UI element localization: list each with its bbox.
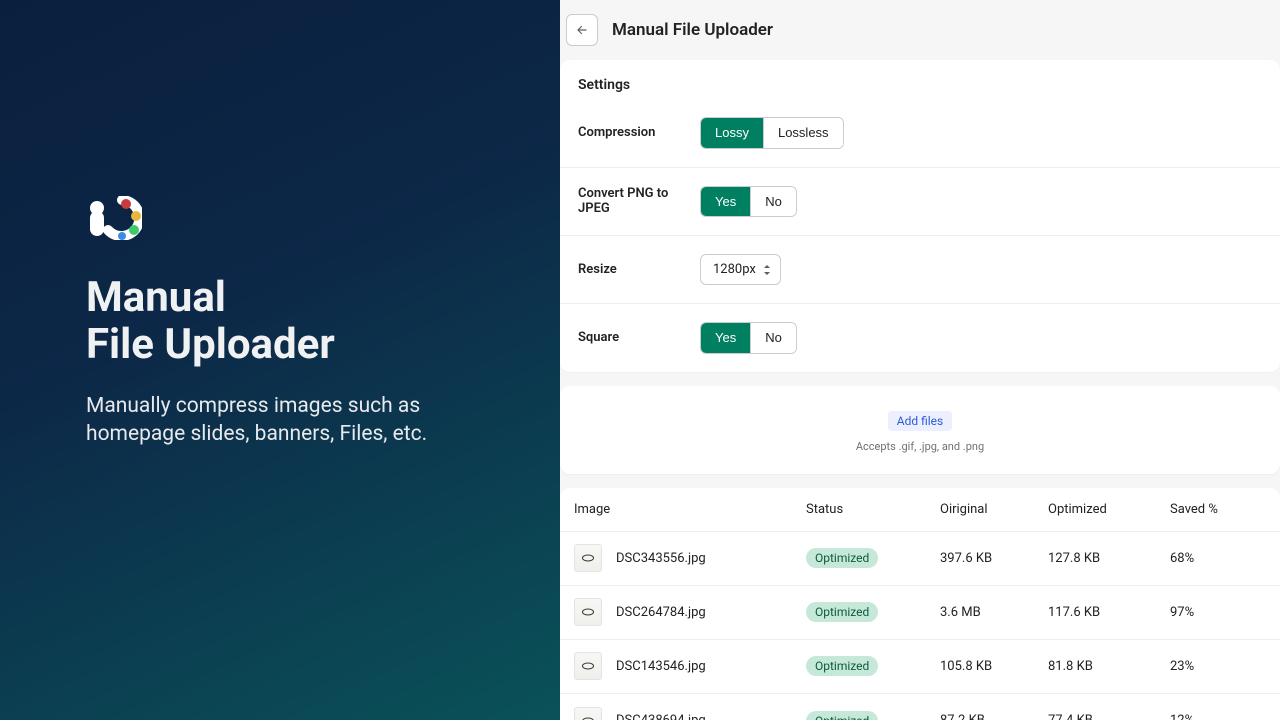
table-header: Image Status Oiriginal Optimized Saved % (560, 488, 1280, 532)
col-status: Status (806, 502, 940, 517)
saved-percent: 12% (1170, 713, 1250, 720)
page-title: Manual File Uploader (612, 20, 773, 40)
table-row: DSC143546.jpg Optimized 105.8 KB 81.8 KB… (560, 640, 1280, 694)
col-image: Image (574, 502, 806, 517)
results-table: Image Status Oiriginal Optimized Saved %… (560, 488, 1280, 720)
table-row: DSC343556.jpg Optimized 397.6 KB 127.8 K… (560, 532, 1280, 586)
marketing-panel: Manual File Uploader Manually compress i… (0, 0, 560, 720)
compression-segmented: Lossy Lossless (700, 117, 844, 149)
setting-compression: Compression Lossy Lossless (560, 99, 1280, 167)
thumbnail-icon (574, 544, 602, 572)
optimized-size: 127.8 KB (1048, 551, 1170, 566)
settings-heading: Settings (560, 60, 1280, 99)
status-badge: Optimized (806, 602, 878, 622)
compression-label: Compression (578, 125, 700, 140)
convert-label: Convert PNG to JPEG (578, 186, 700, 216)
square-no[interactable]: No (750, 323, 796, 353)
topbar: Manual File Uploader (560, 0, 1280, 60)
table-row: DSC264784.jpg Optimized 3.6 MB 117.6 KB … (560, 586, 1280, 640)
table-row: DSC438694.jpg Optimized 87.2 KB 77.4 KB … (560, 694, 1280, 720)
setting-convert: Convert PNG to JPEG Yes No (560, 167, 1280, 236)
saved-percent: 68% (1170, 551, 1250, 566)
dropzone[interactable]: Add files Accepts .gif, .jpg, and .png (560, 386, 1280, 474)
setting-resize: Resize 1280px (560, 235, 1280, 303)
optimized-size: 117.6 KB (1048, 605, 1170, 620)
optimized-size: 81.8 KB (1048, 659, 1170, 674)
col-optimized: Optimized (1048, 502, 1170, 517)
saved-percent: 97% (1170, 605, 1250, 620)
thumbnail-icon (574, 707, 602, 720)
add-files-button[interactable]: Add files (888, 411, 952, 431)
app-logo-icon (86, 196, 142, 240)
convert-no[interactable]: No (750, 187, 796, 217)
col-saved: Saved % (1170, 502, 1250, 517)
convert-yes[interactable]: Yes (701, 187, 750, 217)
file-name: DSC264784.jpg (616, 605, 706, 620)
status-badge: Optimized (806, 656, 878, 676)
dropzone-card: Add files Accepts .gif, .jpg, and .png (560, 386, 1280, 474)
setting-square: Square Yes No (560, 303, 1280, 372)
settings-card: Settings Compression Lossy Lossless Conv… (560, 60, 1280, 372)
col-original: Oiriginal (940, 502, 1048, 517)
saved-percent: 23% (1170, 659, 1250, 674)
original-size: 87.2 KB (940, 713, 1048, 720)
square-yes[interactable]: Yes (701, 323, 750, 353)
file-name: DSC343556.jpg (616, 551, 706, 566)
resize-label: Resize (578, 262, 700, 277)
app-panel: Manual File Uploader Settings Compressio… (560, 0, 1280, 720)
original-size: 397.6 KB (940, 551, 1048, 566)
square-segmented: Yes No (700, 322, 797, 354)
resize-select[interactable]: 1280px (700, 254, 781, 285)
convert-segmented: Yes No (700, 186, 797, 218)
original-size: 105.8 KB (940, 659, 1048, 674)
optimized-size: 77.4 KB (1048, 713, 1170, 720)
resize-value: 1280px (713, 262, 756, 277)
marketing-subtitle: Manually compress images such as homepag… (86, 392, 466, 449)
file-name: DSC143546.jpg (616, 659, 706, 674)
arrow-left-icon (575, 23, 589, 37)
accepts-hint: Accepts .gif, .jpg, and .png (856, 440, 984, 453)
thumbnail-icon (574, 598, 602, 626)
square-label: Square (578, 330, 700, 345)
marketing-title: Manual File Uploader (86, 274, 520, 368)
compression-lossy[interactable]: Lossy (701, 118, 763, 148)
thumbnail-icon (574, 652, 602, 680)
file-name: DSC438694.jpg (616, 713, 706, 720)
compression-lossless[interactable]: Lossless (763, 118, 843, 148)
back-button[interactable] (566, 14, 598, 46)
status-badge: Optimized (806, 711, 878, 720)
original-size: 3.6 MB (940, 605, 1048, 620)
status-badge: Optimized (806, 548, 878, 568)
